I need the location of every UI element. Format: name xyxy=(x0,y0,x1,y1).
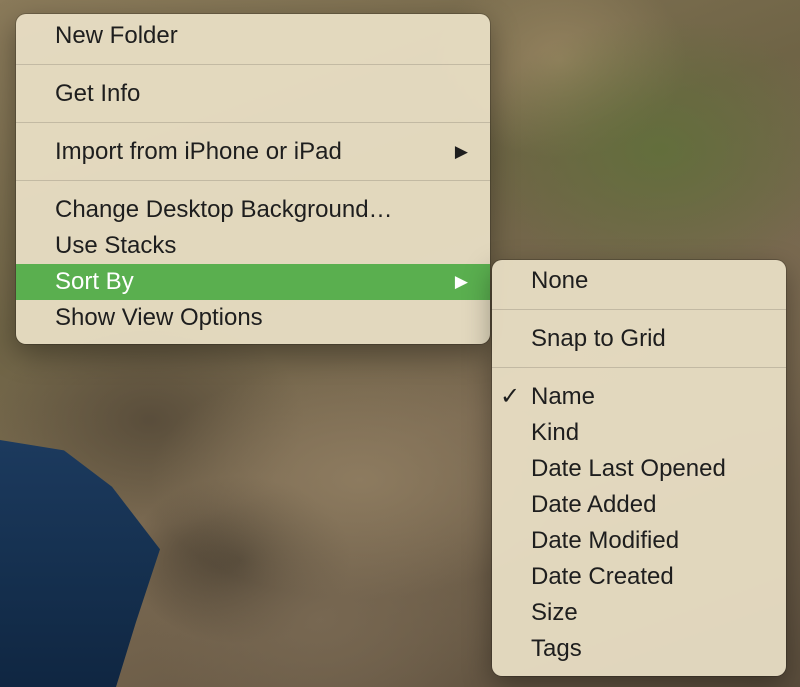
menu-separator xyxy=(16,180,490,181)
menu-item-label: Sort By xyxy=(55,268,134,295)
menu-separator xyxy=(492,367,786,368)
menu-item-label: Show View Options xyxy=(55,304,263,331)
submenu-item-date-modified[interactable]: Date Modified xyxy=(492,523,786,559)
submenu-item-tags[interactable]: Tags xyxy=(492,631,786,667)
menu-item-new-folder[interactable]: New Folder xyxy=(16,18,490,54)
menu-separator xyxy=(492,309,786,310)
submenu-item-date-added[interactable]: Date Added xyxy=(492,487,786,523)
menu-item-change-desktop-background[interactable]: Change Desktop Background… xyxy=(16,192,490,228)
menu-item-get-info[interactable]: Get Info xyxy=(16,76,490,112)
menu-item-sort-by[interactable]: Sort By ▶ xyxy=(16,264,490,300)
menu-item-label: Date Modified xyxy=(531,527,680,554)
sort-by-submenu: None Snap to Grid ✓ Name Kind Date Last … xyxy=(492,260,786,676)
submenu-item-snap-to-grid[interactable]: Snap to Grid xyxy=(492,321,786,357)
menu-item-label: Name xyxy=(531,383,596,410)
menu-item-label: Snap to Grid xyxy=(531,325,666,352)
menu-separator xyxy=(16,122,490,123)
menu-item-label: Size xyxy=(531,599,578,626)
menu-item-label: Tags xyxy=(531,635,582,662)
submenu-item-size[interactable]: Size xyxy=(492,595,786,631)
chevron-right-icon: ▶ xyxy=(454,142,468,161)
checkmark-icon: ✓ xyxy=(500,383,521,410)
menu-separator xyxy=(16,64,490,65)
chevron-right-icon: ▶ xyxy=(454,272,468,291)
menu-item-label: New Folder xyxy=(55,22,178,49)
menu-item-label: Kind xyxy=(531,419,580,446)
submenu-item-none[interactable]: None xyxy=(492,263,786,299)
menu-item-label: Use Stacks xyxy=(55,232,177,259)
menu-item-label: Date Created xyxy=(531,563,674,590)
menu-item-label: Date Added xyxy=(531,491,657,518)
wallpaper-sea xyxy=(0,440,160,687)
menu-item-label: Get Info xyxy=(55,80,141,107)
menu-item-label: Import from iPhone or iPad xyxy=(55,138,342,165)
submenu-item-date-last-opened[interactable]: Date Last Opened xyxy=(492,451,786,487)
menu-item-label: None xyxy=(531,267,589,294)
submenu-item-name[interactable]: ✓ Name xyxy=(492,379,786,415)
desktop-background[interactable]: New Folder Get Info Import from iPhone o… xyxy=(0,0,800,687)
menu-item-import-from-iphone[interactable]: Import from iPhone or iPad ▶ xyxy=(16,134,490,170)
menu-item-label: Change Desktop Background… xyxy=(55,196,393,223)
menu-item-use-stacks[interactable]: Use Stacks xyxy=(16,228,490,264)
submenu-item-date-created[interactable]: Date Created xyxy=(492,559,786,595)
menu-item-label: Date Last Opened xyxy=(531,455,726,482)
desktop-context-menu: New Folder Get Info Import from iPhone o… xyxy=(16,14,490,344)
submenu-item-kind[interactable]: Kind xyxy=(492,415,786,451)
menu-item-show-view-options[interactable]: Show View Options xyxy=(16,300,490,336)
